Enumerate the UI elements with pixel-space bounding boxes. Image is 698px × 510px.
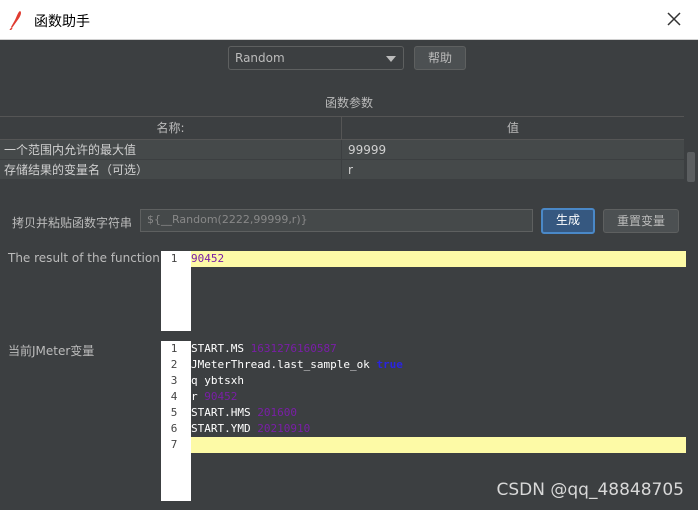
var-value: 201600 [257, 406, 297, 419]
line-number: 1 [170, 342, 178, 355]
copy-label: 拷贝并粘贴函数字符串 [12, 216, 133, 230]
close-icon[interactable] [664, 9, 684, 29]
code-line: START.YMD 20210910 [191, 421, 686, 437]
var-key: r [191, 390, 198, 403]
result-value: 90452 [191, 252, 225, 265]
code-line-current [191, 437, 686, 453]
generate-button[interactable]: 生成 [541, 208, 595, 234]
param-value[interactable]: 99999 [342, 140, 684, 159]
param-value[interactable]: r [342, 160, 684, 179]
result-label: The result of the function is [8, 251, 174, 265]
line-number-gutter: 1 [161, 251, 191, 331]
column-header-name: 名称: [0, 117, 342, 139]
code-line: 90452 [191, 251, 686, 267]
param-name: 一个范围内允许的最大值 [0, 140, 342, 159]
line-number: 2 [170, 358, 178, 371]
var-key: JMeterThread.last_sample_ok [191, 358, 370, 371]
table-scrollbar[interactable] [684, 140, 698, 184]
column-header-value: 值 [506, 121, 519, 135]
code-line: q ybtsxh [191, 373, 686, 389]
reset-variables-button[interactable]: 重置变量 [603, 209, 679, 233]
function-select[interactable]: Random [228, 46, 404, 70]
var-value: 90452 [204, 390, 238, 403]
table-header: 名称: 值 [0, 116, 684, 140]
vars-label: 当前JMeter变量 [8, 344, 95, 358]
title-bar: 函数助手 [0, 0, 698, 40]
var-value: 20210910 [257, 422, 311, 435]
var-key: START.YMD [191, 422, 251, 435]
params-table: 名称: 值 一个范围内允许的最大值 99999 存储结果的变量名（可选） r [0, 116, 684, 180]
line-number: 3 [170, 374, 178, 387]
line-number: 1 [170, 252, 178, 265]
line-number: 5 [170, 406, 178, 419]
function-string-field[interactable]: ${__Random(2222,99999,r)} [140, 209, 533, 232]
window-title: 函数助手 [34, 14, 90, 30]
function-select-value: Random [235, 51, 285, 65]
var-value: ybtsxh [204, 374, 244, 387]
param-name: 存储结果的变量名（可选） [0, 160, 342, 179]
scrollbar-thumb[interactable] [687, 152, 695, 182]
feather-icon [9, 11, 21, 30]
line-number: 4 [170, 390, 178, 403]
chevron-down-icon [386, 56, 396, 62]
var-value: true [376, 358, 403, 371]
table-row[interactable]: 存储结果的变量名（可选） r [0, 160, 684, 180]
result-editor[interactable]: 1 90452 [161, 251, 686, 331]
watermark: CSDN @qq_48848705 [496, 480, 684, 500]
var-key: START.MS [191, 342, 244, 355]
section-title: 函数参数 [324, 96, 373, 110]
vars-editor[interactable]: 1 2 3 4 5 6 7 START.MS 1631276160587 JMe… [161, 341, 686, 501]
code-line: START.HMS 201600 [191, 405, 686, 421]
help-button[interactable]: 帮助 [414, 46, 466, 70]
code-line: r 90452 [191, 389, 686, 405]
code-line: START.MS 1631276160587 [191, 341, 686, 357]
line-number: 7 [170, 438, 178, 451]
var-key: START.HMS [191, 406, 251, 419]
var-key: q [191, 374, 198, 387]
code-line: JMeterThread.last_sample_ok true [191, 357, 686, 373]
line-number-gutter: 1 2 3 4 5 6 7 [161, 341, 191, 501]
var-value: 1631276160587 [250, 342, 337, 355]
table-row[interactable]: 一个范围内允许的最大值 99999 [0, 140, 684, 160]
line-number: 6 [170, 422, 178, 435]
